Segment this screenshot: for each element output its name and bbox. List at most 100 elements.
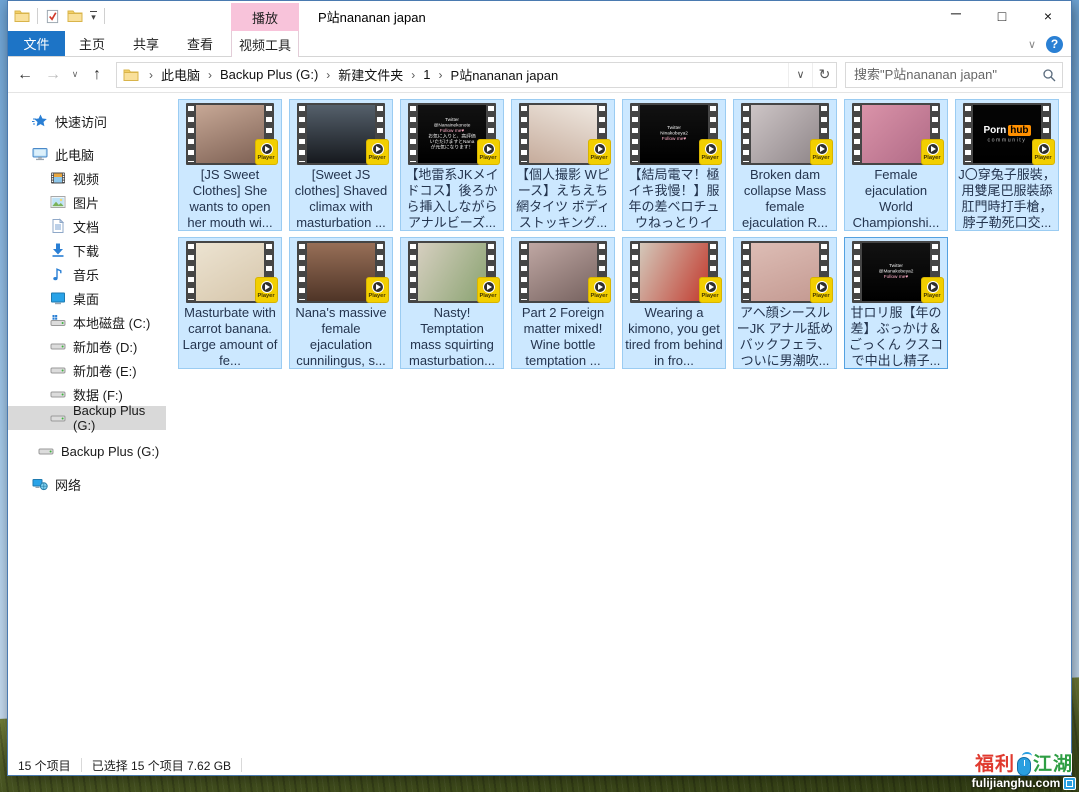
watermark-app-icon <box>1063 777 1076 790</box>
file-tile[interactable]: Player Nana's massive female ejaculation… <box>289 237 393 369</box>
ribbon-tab-bar: 文件 主页 共享 查看 视频工具 ∨ ? <box>8 31 1071 57</box>
sidebar: 快速访问此电脑视频图片文档下载音乐桌面本地磁盘 (C:) 新加卷 (D:) 新加卷 … <box>8 93 166 755</box>
search-input[interactable] <box>846 67 1034 82</box>
file-tile[interactable]: Player Nasty! Temptation mass squirting … <box>400 237 504 369</box>
watermark-text-left: 福利 <box>975 749 1015 776</box>
sidebar-item-disk[interactable]: 新加卷 (E:) <box>8 358 166 382</box>
breadcrumb-item[interactable]: 1 <box>421 67 432 82</box>
thumbnail-overlay-text: Twitter@NanainekonoteFollow me♥お気に入りと、高評… <box>418 118 486 151</box>
sidebar-item-downloads[interactable]: 下载 <box>8 238 166 262</box>
player-badge-icon: Player <box>366 277 389 303</box>
file-name-label: Broken dam collapse Mass female ejaculat… <box>734 167 836 230</box>
file-tile[interactable]: Player 【個人撮影 Wピース】えちえち網タイツ ボディストッキング... <box>511 99 615 231</box>
filmstrip-holes-left <box>854 106 860 162</box>
forward-button[interactable]: → <box>40 62 66 88</box>
tab-share[interactable]: 共享 <box>119 31 173 56</box>
video-thumbnail: Player <box>852 103 940 165</box>
videos-icon <box>50 170 66 186</box>
tab-view[interactable]: 查看 <box>173 31 227 56</box>
close-button[interactable]: × <box>1025 1 1071 31</box>
breadcrumb-separator-icon[interactable]: › <box>433 68 449 82</box>
file-tile[interactable]: Pornhubcommunity Player J〇穿兔子服裝，用雙尾巴服裝舔肛… <box>955 99 1059 231</box>
sidebar-item-label: 数据 (F:) <box>73 385 123 404</box>
sidebar-item-music[interactable]: 音乐 <box>8 262 166 286</box>
thumbnail-image: Pornhubcommunity <box>973 105 1041 163</box>
new-folder-icon[interactable] <box>67 8 83 24</box>
file-tile[interactable]: Player Broken dam collapse Mass female e… <box>733 99 837 231</box>
help-icon[interactable]: ? <box>1046 36 1063 53</box>
breadcrumb-item[interactable]: P站nananan japan <box>449 65 561 84</box>
sidebar-item-label: 此电脑 <box>55 145 94 164</box>
file-tile[interactable]: Player Masturbate with carrot banana. La… <box>178 237 282 369</box>
mouse-icon <box>1017 757 1031 776</box>
video-thumbnail: Player <box>186 103 274 165</box>
tab-file[interactable]: 文件 <box>8 31 65 56</box>
app-folder-icon <box>14 8 30 24</box>
search-box <box>845 62 1063 88</box>
tab-home[interactable]: 主页 <box>65 31 119 56</box>
qat-customize-dropdown-icon[interactable]: ▾ <box>90 11 97 21</box>
sidebar-item-computer[interactable]: 此电脑 <box>8 142 166 166</box>
ribbon-collapse-icon[interactable]: ∨ <box>1028 38 1036 51</box>
file-tile[interactable]: Twitter@Manakobeya2Follow me♥ Player 甘ロリ… <box>844 237 948 369</box>
tab-video-tools[interactable]: 视频工具 <box>231 31 299 57</box>
file-list-area: Player [JS Sweet Clothes] She wants to o… <box>166 93 1071 755</box>
sidebar-item-disk[interactable]: Backup Plus (G:) <box>8 406 166 430</box>
sidebar-item-label: 文档 <box>73 217 99 236</box>
file-tile[interactable]: Player [JS Sweet Clothes] She wants to o… <box>178 99 282 231</box>
file-name-label: Nasty! Temptation mass squirting masturb… <box>401 305 503 368</box>
refresh-icon[interactable]: ↻ <box>812 63 836 87</box>
sidebar-item-label: 新加卷 (D:) <box>73 337 137 356</box>
address-bar[interactable]: › 此电脑›Backup Plus (G:)›新建文件夹›1›P站nananan… <box>116 62 837 88</box>
breadcrumb-item[interactable]: 此电脑 <box>159 65 202 84</box>
disk-icon <box>38 443 54 459</box>
back-button[interactable]: ← <box>12 62 38 88</box>
pictures-icon <box>50 194 66 210</box>
quick-access-toolbar: ▾ <box>8 8 105 24</box>
file-tile[interactable]: Player アヘ顔シースルーJK アナル舐めバックフェラ、ついに男潮吹... <box>733 237 837 369</box>
filmstrip-holes-left <box>299 244 305 300</box>
quick-access-star-icon <box>32 113 48 129</box>
filmstrip-holes-left <box>410 244 416 300</box>
sidebar-item-documents[interactable]: 文档 <box>8 214 166 238</box>
sidebar-item-disk[interactable]: 新加卷 (D:) <box>8 334 166 358</box>
file-tile[interactable]: TwitterNinakobeya2Follow me♥ Player 【結局電… <box>622 99 726 231</box>
player-badge-icon: Player <box>255 139 278 165</box>
watermark-text-right: 江湖 <box>1033 749 1073 776</box>
thumbnail-image: TwitterNinakobeya2Follow me♥ <box>640 105 708 163</box>
sidebar-item-network[interactable]: 网络 <box>8 472 166 496</box>
sidebar-item-pictures[interactable]: 图片 <box>8 190 166 214</box>
sidebar-item-system-disk[interactable]: 本地磁盘 (C:) <box>8 310 166 334</box>
thumbnail-image: Twitter@NanainekonoteFollow me♥お気に入りと、高評… <box>418 105 486 163</box>
address-dropdown-icon[interactable]: ∨ <box>788 63 812 87</box>
breadcrumb-separator-icon[interactable]: › <box>320 68 336 82</box>
sidebar-item-disk[interactable]: Backup Plus (G:) <box>8 439 166 463</box>
search-icon[interactable] <box>1034 68 1064 82</box>
sidebar-item-quick-access-star[interactable]: 快速访问 <box>8 109 166 133</box>
file-tile[interactable]: Player Female ejaculation World Champion… <box>844 99 948 231</box>
thumbnail-image: Twitter@Manakobeya2Follow me♥ <box>862 243 930 301</box>
player-badge-icon: Player <box>921 139 944 165</box>
player-badge-icon: Player <box>477 139 500 165</box>
breadcrumb-separator-icon[interactable]: › <box>202 68 218 82</box>
file-tiles-grid: Player [JS Sweet Clothes] She wants to o… <box>178 99 1071 375</box>
maximize-button[interactable]: □ <box>979 1 1025 31</box>
history-chevron-icon[interactable]: ∨ <box>68 62 82 88</box>
window-controls: ─ □ × <box>933 1 1071 31</box>
up-button[interactable]: ↑ <box>84 62 110 88</box>
breadcrumb-item[interactable]: 新建文件夹 <box>336 65 405 84</box>
file-tile[interactable]: Player Part 2 Foreign matter mixed! Wine… <box>511 237 615 369</box>
pornhub-logo: Pornhub <box>983 125 1030 136</box>
sidebar-item-desktop[interactable]: 桌面 <box>8 286 166 310</box>
file-tile[interactable]: Player Wearing a kimono, you get tired f… <box>622 237 726 369</box>
filmstrip-holes-left <box>521 244 527 300</box>
file-tile[interactable]: Twitter@NanainekonoteFollow me♥お気に入りと、高評… <box>400 99 504 231</box>
sidebar-item-videos[interactable]: 视频 <box>8 166 166 190</box>
minimize-button[interactable]: ─ <box>933 1 979 31</box>
file-tile[interactable]: Player [Sweet JS clothes] Shaved climax … <box>289 99 393 231</box>
breadcrumb-item[interactable]: Backup Plus (G:) <box>218 67 320 82</box>
properties-check-icon[interactable] <box>45 9 60 24</box>
breadcrumb-separator-icon[interactable]: › <box>405 68 421 82</box>
video-thumbnail: Player <box>741 103 829 165</box>
thumbnail-image <box>751 105 819 163</box>
